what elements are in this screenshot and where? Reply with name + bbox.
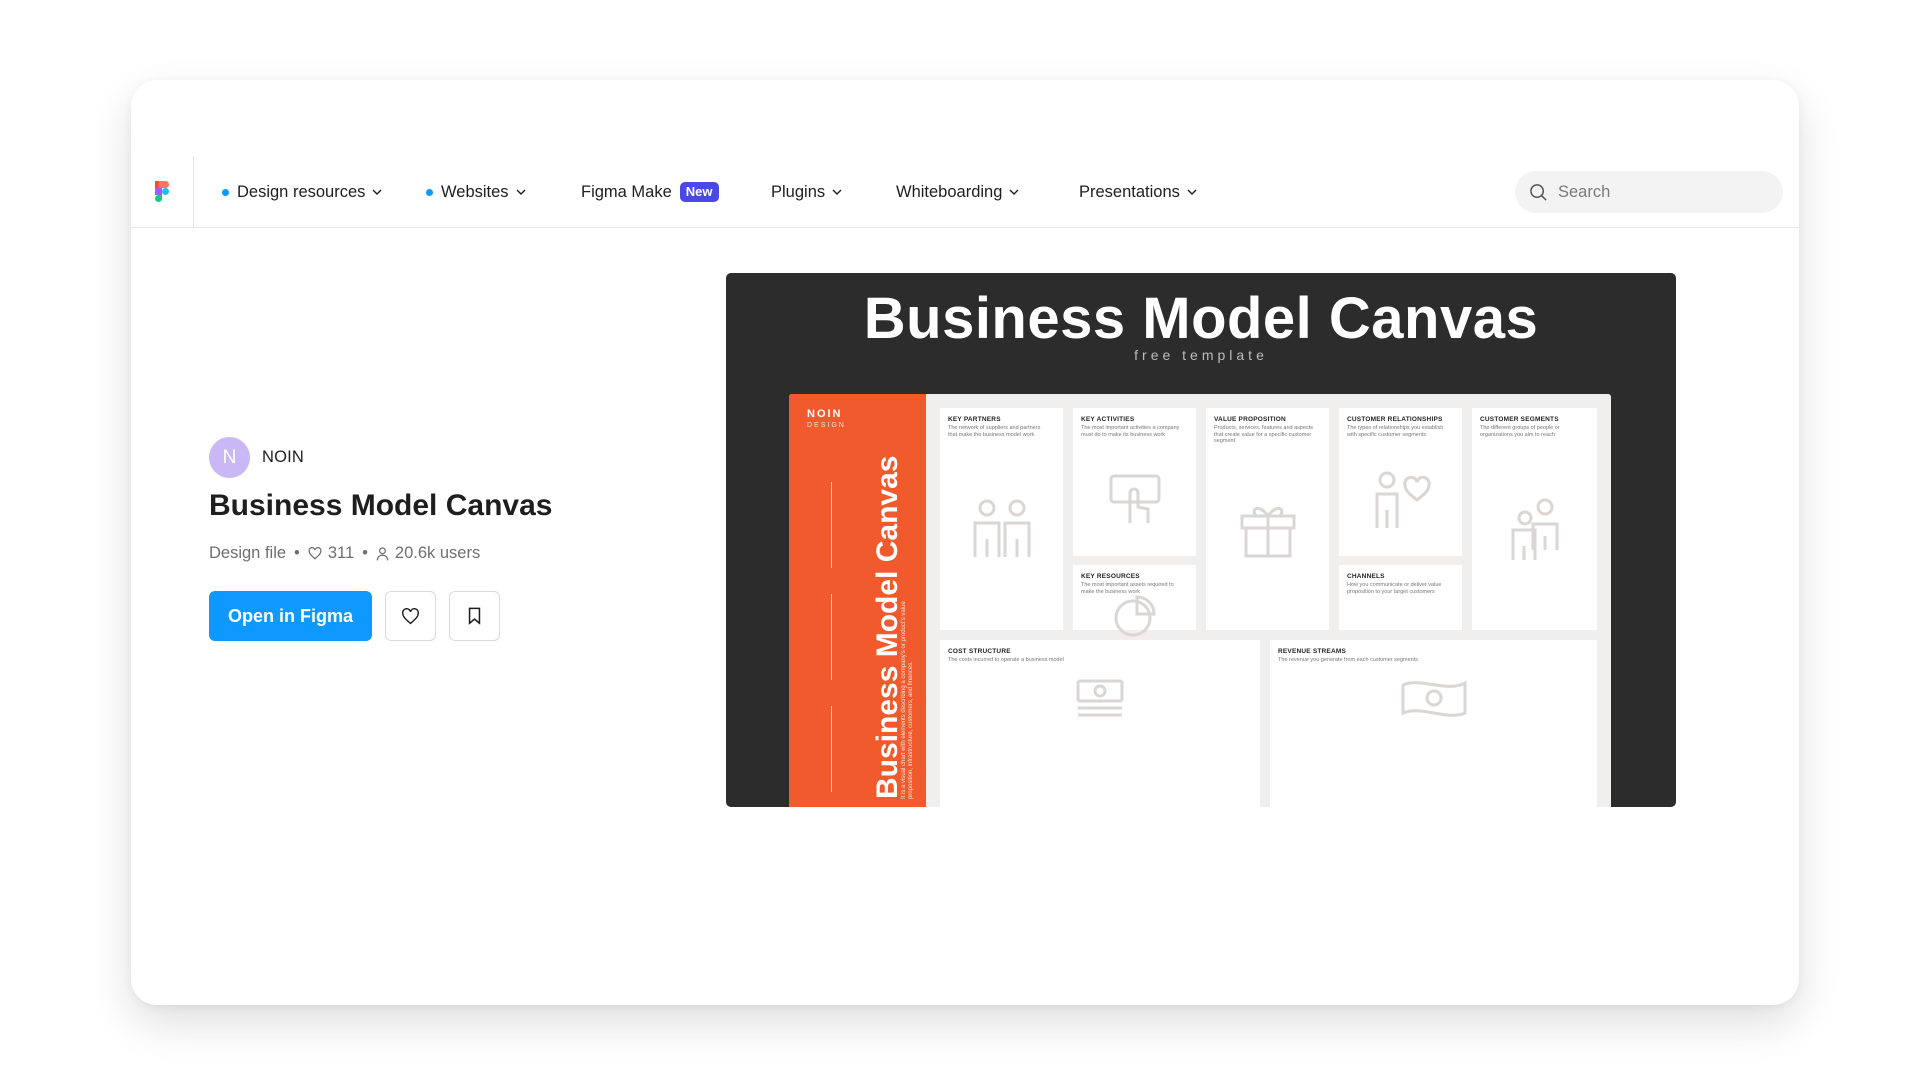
file-meta: Design file • 311 • 20.6k users — [209, 544, 480, 563]
meta-separator: • — [362, 544, 368, 562]
like-count: 311 — [327, 544, 355, 562]
nav-figma-make[interactable]: Figma Make New — [581, 156, 719, 228]
top-nav: Design resources Websites Figma Make New… — [131, 155, 1799, 228]
chevron-down-icon — [1187, 189, 1197, 195]
divider — [831, 706, 832, 792]
nav-websites[interactable]: Websites — [426, 156, 526, 228]
search-icon — [1530, 183, 1547, 201]
nav-whiteboarding[interactable]: Whiteboarding — [896, 156, 1019, 228]
page-title: Business Model Canvas — [209, 489, 553, 522]
meta-separator: • — [294, 544, 300, 562]
heart-icon — [308, 547, 322, 560]
block-cost-structure: COST STRUCTURE The costs incurred to ope… — [940, 640, 1260, 807]
nav-presentations[interactable]: Presentations — [1079, 156, 1197, 228]
people-icon — [973, 499, 1030, 558]
figma-logo-icon — [155, 181, 169, 202]
canvas-board: NOIN DESIGN Business Model Canvas It is … — [789, 394, 1611, 807]
block-customer-segments: CUSTOMER SEGMENTS The different groups o… — [1472, 408, 1597, 630]
action-buttons: Open in Figma — [209, 591, 500, 641]
open-in-figma-button[interactable]: Open in Figma — [209, 591, 372, 641]
chevron-down-icon — [1009, 189, 1019, 195]
touch-icon — [1109, 474, 1160, 523]
like-button[interactable] — [385, 591, 436, 641]
author-row[interactable]: N NOIN — [209, 437, 304, 478]
money-icon — [1076, 679, 1124, 717]
author-name[interactable]: NOIN — [262, 448, 304, 467]
search-input[interactable] — [1558, 182, 1758, 202]
brand-logo: NOIN DESIGN — [807, 408, 846, 430]
preview-title: Business Model Canvas — [863, 286, 1539, 351]
search-bar[interactable] — [1515, 171, 1783, 213]
divider — [831, 482, 832, 568]
bookmark-button[interactable] — [449, 591, 500, 641]
chevron-down-icon — [372, 189, 382, 195]
preview-subtitle: free template — [1134, 347, 1268, 363]
vertical-title: Business Model Canvas — [871, 455, 904, 799]
block-key-activities: KEY ACTIVITIES The most important activi… — [1073, 408, 1196, 556]
user-icon — [376, 546, 389, 560]
avatar[interactable]: N — [209, 437, 250, 478]
block-revenue-streams: REVENUE STREAMS The revenue you generate… — [1270, 640, 1597, 807]
block-key-resources: KEY RESOURCES The most important assets … — [1073, 565, 1196, 637]
block-key-partners: KEY PARTNERS The network of suppliers an… — [940, 408, 1063, 630]
nav-plugins[interactable]: Plugins — [771, 156, 842, 228]
file-type: Design file — [209, 544, 287, 562]
cash-icon — [1401, 680, 1466, 718]
new-badge: New — [679, 182, 719, 202]
chevron-down-icon — [516, 189, 526, 195]
file-preview-thumbnail[interactable]: Business Model Canvas free template NOIN… — [726, 273, 1676, 807]
people-icon — [1511, 498, 1558, 561]
browser-window: Design resources Websites Figma Make New… — [131, 80, 1799, 1005]
divider — [831, 594, 832, 680]
canvas-sidebar: NOIN DESIGN Business Model Canvas It is … — [789, 394, 926, 807]
pie-chart-icon — [1114, 595, 1156, 637]
block-value-proposition: VALUE PROPOSITION Products, services, fe… — [1206, 408, 1329, 630]
vertical-description: It is a visual chart with elements descr… — [901, 601, 914, 799]
nav-design-resources[interactable]: Design resources — [222, 156, 382, 228]
heart-icon — [402, 607, 419, 624]
gift-icon — [1240, 507, 1295, 558]
heart-person-icon — [1375, 471, 1431, 528]
bookmark-icon — [468, 607, 481, 625]
block-channels: CHANNELS How you communicate or deliver … — [1339, 565, 1462, 630]
new-dot-icon — [426, 188, 433, 196]
new-dot-icon — [222, 188, 229, 196]
figma-logo[interactable] — [131, 155, 194, 228]
chevron-down-icon — [832, 189, 842, 195]
block-customer-relationships: CUSTOMER RELATIONSHIPS The types of rela… — [1339, 408, 1462, 556]
user-count: 20.6k users — [394, 544, 481, 562]
